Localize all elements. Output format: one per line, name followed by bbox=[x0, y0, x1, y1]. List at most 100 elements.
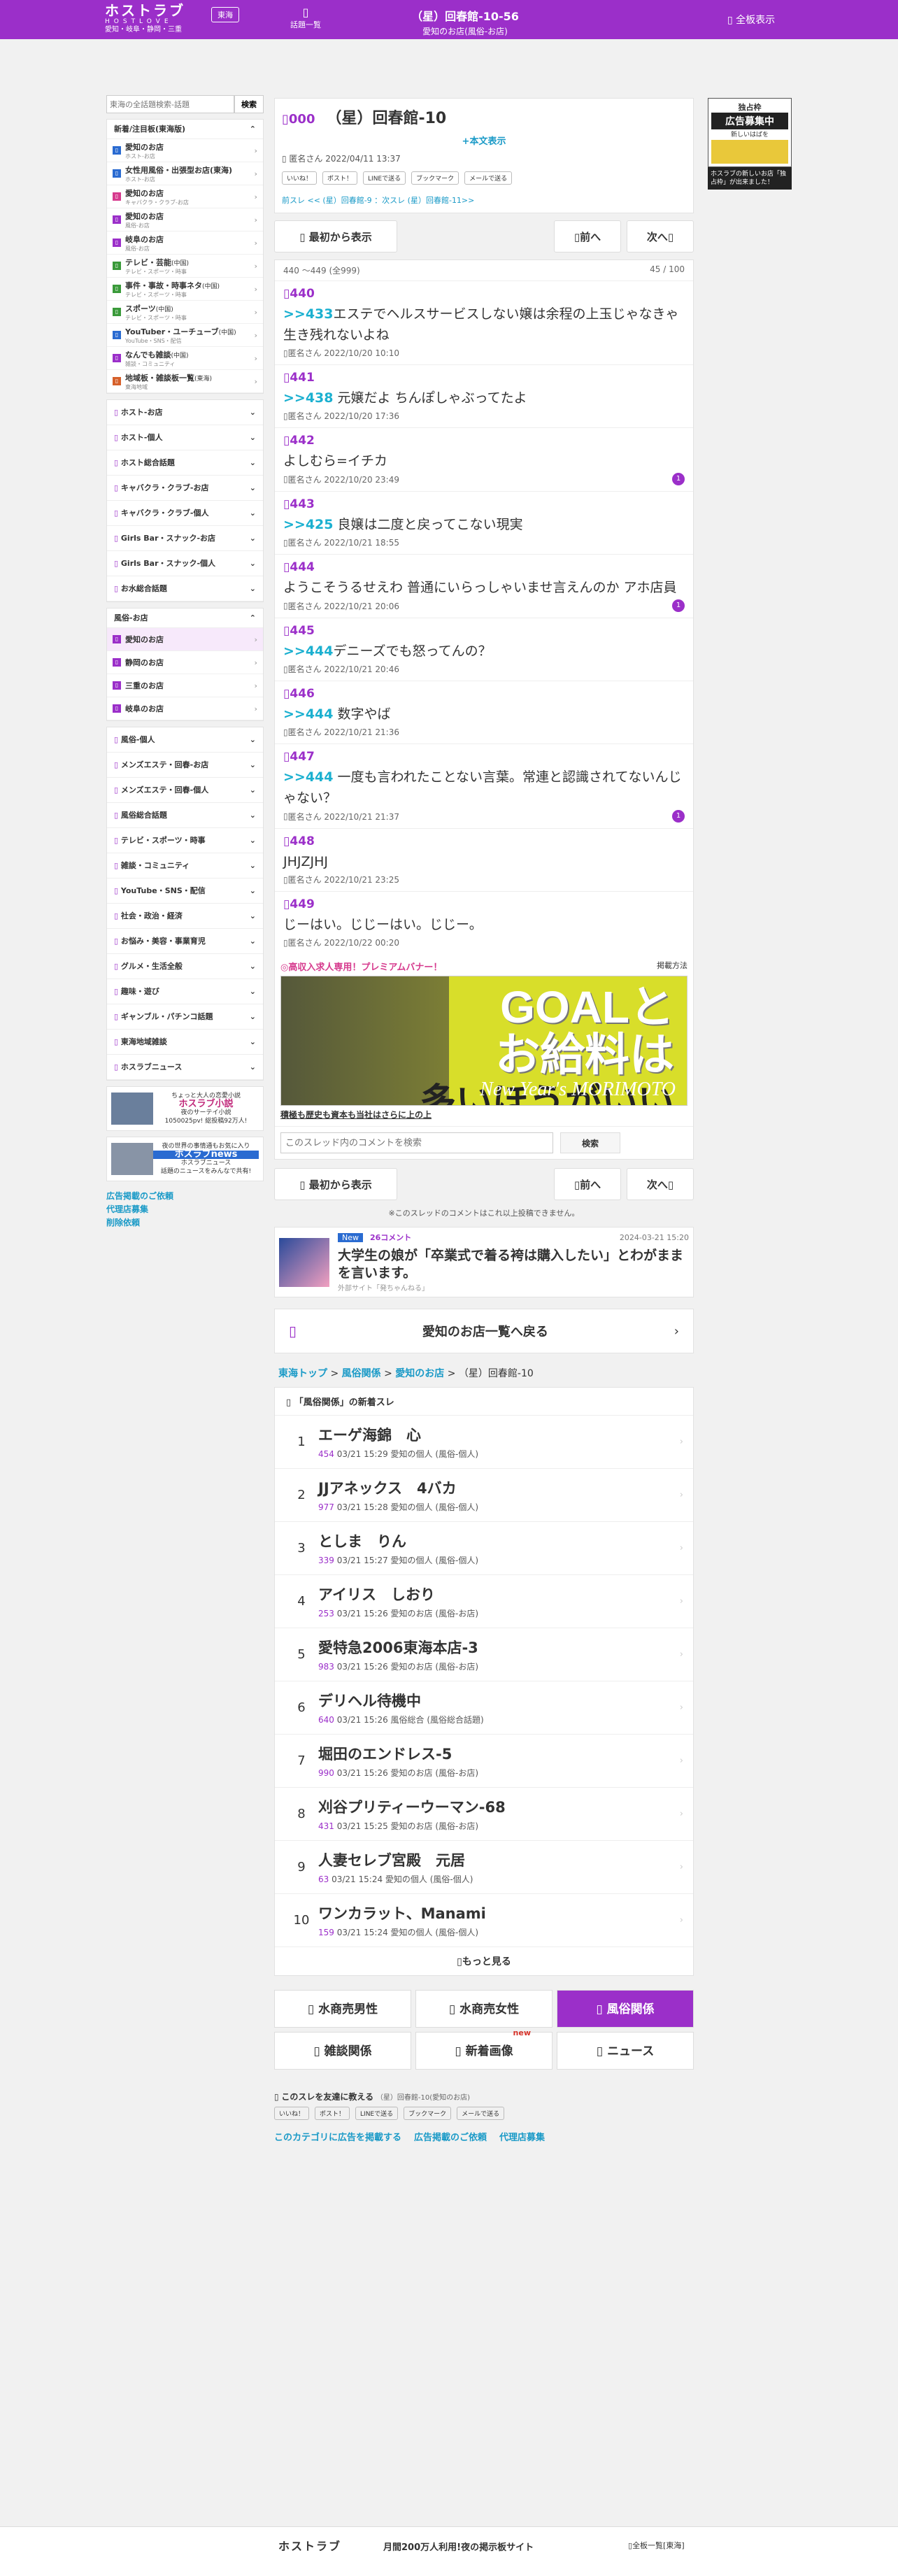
new-thread-row[interactable]: 9 人妻セレブ宮殿 元居 63 03/21 15:24 愛知の個人 (風俗-個人) › bbox=[275, 1841, 693, 1894]
sidebar-item[interactable]: ▯ 愛知のお店 キャバクラ・クラブ-お店 › bbox=[107, 185, 263, 208]
post-number[interactable]: ▯446 bbox=[283, 687, 685, 701]
prev-button[interactable]: ▯前へ bbox=[554, 220, 621, 252]
sidebar-group[interactable]: ▯ ギャンブル・パチンコ話題 ⌄ bbox=[107, 1004, 263, 1030]
category-tab[interactable]: ▯ 水商売女性 bbox=[415, 1990, 553, 2028]
sidebar-group[interactable]: ▯ メンズエステ・回春-個人 ⌄ bbox=[107, 778, 263, 803]
sidebar-group[interactable]: ▯ テレビ・スポーツ・時事 ⌄ bbox=[107, 828, 263, 853]
fuzoku-item[interactable]: ▯ 岐阜のお店 › bbox=[107, 697, 263, 720]
search-input[interactable] bbox=[106, 95, 234, 113]
sidebar-item[interactable]: ▯ 事件・事故・時事ネタ(中国) テレビ・スポーツ・時事 › bbox=[107, 278, 263, 301]
first-button[interactable]: ▯ 最初から表示 bbox=[274, 1168, 397, 1200]
share-button[interactable]: ポスト！ bbox=[315, 2107, 350, 2120]
sidebar-item[interactable]: ▯ なんでも雑談(中国) 雑談・コミュニティ › bbox=[107, 347, 263, 370]
post-number[interactable]: ▯448 bbox=[283, 834, 685, 848]
sidebar-item[interactable]: ▯ 女性用風俗・出張型お店(東海) ホスト-お店 › bbox=[107, 162, 263, 185]
fuzoku-item[interactable]: ▯ 愛知のお店 › bbox=[107, 628, 263, 651]
anchor-link[interactable]: >>433 bbox=[283, 306, 334, 322]
first-button[interactable]: ▯ 最初から表示 bbox=[274, 220, 397, 252]
premium-banner[interactable]: ◎高収入求人専用！プレミアムバナー！ 掲載方法 GOALと お給料は 多いほうが… bbox=[280, 960, 687, 1120]
sidebar-item[interactable]: ▯ 岐阜のお店 風俗-お店 › bbox=[107, 232, 263, 255]
post-number[interactable]: ▯449 bbox=[283, 897, 685, 911]
next-button[interactable]: 次へ▯ bbox=[627, 1168, 694, 1200]
share-button[interactable]: いいね！ bbox=[274, 2107, 310, 2120]
news-item[interactable]: New 26コメント 2024-03-21 15:20 大学生の娘が「卒業式で着… bbox=[274, 1227, 694, 1297]
new-thread-row[interactable]: 2 JJアネックス 4バカ 977 03/21 15:28 愛知の個人 (風俗-個人… bbox=[275, 1469, 693, 1522]
bottom-link[interactable]: 代理店募集 bbox=[499, 2130, 545, 2143]
bottom-link[interactable]: 広告掲載のご依頼 bbox=[414, 2130, 487, 2143]
breadcrumb-item[interactable]: 東海トップ bbox=[278, 1368, 327, 1379]
new-thread-row[interactable]: 10 ワンカラット、Manami 159 03/21 15:24 愛知の個人 (風俗… bbox=[275, 1894, 693, 1947]
prev-button[interactable]: ▯前へ bbox=[554, 1168, 621, 1200]
sidebar-group[interactable]: ▯ お悩み・美容・事業育児 ⌄ bbox=[107, 929, 263, 954]
more-button[interactable]: ▯もっと見る bbox=[275, 1947, 693, 1975]
share-button[interactable]: LINEで送る bbox=[355, 2107, 399, 2120]
full-display-button[interactable]: ▯ 全板表示 bbox=[727, 13, 775, 27]
new-thread-row[interactable]: 7 堀田のエンドレス-5 990 03/21 15:26 愛知のお店 (風俗-お店)… bbox=[275, 1735, 693, 1788]
fuzoku-item[interactable]: ▯ 三重のお店 › bbox=[107, 674, 263, 697]
sidebar-item[interactable]: ▯ YouTuber・ユーチューブ(中国) YouTube・SNS・配信 › bbox=[107, 324, 263, 347]
category-tab[interactable]: ▯ 風俗関係 bbox=[557, 1990, 694, 2028]
post-number[interactable]: ▯443 bbox=[283, 497, 685, 511]
post-number[interactable]: ▯444 bbox=[283, 560, 685, 574]
thread-nav-links[interactable]: 前スレ << (星）回春館-9 ：次スレ (星）回春館-11>> bbox=[282, 194, 686, 206]
sidebar-group[interactable]: ▯ ホスト-個人 ⌄ bbox=[107, 425, 263, 450]
sidebar-group[interactable]: ▯ グルメ・生活全般 ⌄ bbox=[107, 954, 263, 979]
sidebar-group[interactable]: ▯ ホスト-お店 ⌄ bbox=[107, 400, 263, 425]
sidebar-link[interactable]: 広告掲載のご依頼 bbox=[106, 1190, 264, 1203]
share-button[interactable]: ブックマーク bbox=[411, 171, 459, 185]
sidebar-group[interactable]: ▯ Girls Bar・スナック-お店 ⌄ bbox=[107, 526, 263, 551]
share-button[interactable]: メールで送る bbox=[457, 2107, 505, 2120]
sidebar-group[interactable]: ▯ Girls Bar・スナック-個人 ⌄ bbox=[107, 551, 263, 576]
back-to-list[interactable]: ▯ 愛知のお店一覧へ戻る › bbox=[274, 1309, 694, 1353]
share-button[interactable]: ブックマーク bbox=[404, 2107, 452, 2120]
right-ad[interactable]: 独占枠 広告募集中 新しいはばを ホスラブの新しいお店「独占枠」が出来ました！ bbox=[708, 98, 792, 190]
category-tab[interactable]: ▯ ニュース bbox=[557, 2032, 694, 2070]
new-thread-row[interactable]: 3 としま りん 339 03/21 15:27 愛知の個人 (風俗-個人) › bbox=[275, 1522, 693, 1575]
new-thread-row[interactable]: 8 刈谷プリティーウーマン-68 431 03/21 15:25 愛知のお店 (風俗… bbox=[275, 1788, 693, 1841]
post-number[interactable]: ▯447 bbox=[283, 750, 685, 764]
sidebar-item[interactable]: ▯ スポーツ(中国) テレビ・スポーツ・時事 › bbox=[107, 301, 263, 324]
logo[interactable]: ホストラブ HOSTLOVE 愛知・岐阜・静岡・三重 bbox=[105, 4, 203, 35]
comment-search-input[interactable] bbox=[280, 1132, 553, 1153]
novel-ad[interactable]: ちょっと大人の恋愛小説 ホスラブ小説 夜のサーテイ小説 1050025pv! 総… bbox=[106, 1086, 264, 1131]
sidebar-link[interactable]: 代理店募集 bbox=[106, 1203, 264, 1216]
sidebar-link[interactable]: 削除依頼 bbox=[106, 1216, 264, 1230]
sidebar-group[interactable]: ▯ ホスラブニュース ⌄ bbox=[107, 1055, 263, 1080]
reply-count-badge[interactable]: 1 bbox=[672, 599, 685, 612]
sidebar-item[interactable]: ▯ 地域板・雑談板一覧(東海) 東海地域 › bbox=[107, 370, 263, 393]
new-thread-row[interactable]: 5 愛特急2006東海本店-3 983 03/21 15:26 愛知のお店 (風俗-… bbox=[275, 1628, 693, 1681]
new-thread-row[interactable]: 1 エーゲ海錦 心 454 03/21 15:29 愛知の個人 (風俗-個人) › bbox=[275, 1416, 693, 1469]
anchor-link[interactable]: >>438 bbox=[283, 390, 334, 406]
share-button[interactable]: LINEで送る bbox=[363, 171, 406, 185]
reply-count-badge[interactable]: 1 bbox=[672, 473, 685, 485]
banner-image[interactable]: GOALと お給料は 多いほうがいい New Year's MORIMOTO bbox=[280, 976, 687, 1106]
reply-count-badge[interactable]: 1 bbox=[672, 810, 685, 823]
sidebar-group[interactable]: ▯ 風俗-個人 ⌄ bbox=[107, 727, 263, 753]
category-tab[interactable]: ▯ 新着画像 new bbox=[415, 2028, 553, 2070]
breadcrumb-item[interactable]: 愛知のお店 bbox=[395, 1368, 444, 1379]
footer-board-link[interactable]: ▯全板一覧[東海] bbox=[628, 2540, 685, 2551]
new-thread-row[interactable]: 6 デリヘル待機中 640 03/21 15:26 風俗総合 (風俗総合話題) › bbox=[275, 1681, 693, 1735]
sidebar-item[interactable]: ▯ テレビ・芸能(中国) テレビ・スポーツ・時事 › bbox=[107, 255, 263, 278]
new-boards-header[interactable]: 新着/注目板(東海版) ⌃ bbox=[107, 120, 263, 139]
bottom-link[interactable]: このカテゴリに広告を掲載する bbox=[274, 2130, 401, 2143]
post-number[interactable]: ▯441 bbox=[283, 371, 685, 385]
banner-method-link[interactable]: 掲載方法 bbox=[657, 960, 687, 973]
fuzoku-item[interactable]: ▯ 静岡のお店 › bbox=[107, 651, 263, 674]
footer-logo[interactable]: ホストラブ bbox=[278, 2537, 341, 2554]
category-tab[interactable]: ▯ 水商売男性 bbox=[274, 1990, 411, 2028]
news-ad[interactable]: 夜の世界の事情通もお気に入り ホスラブnews ホスラブニュース 話題のニュース… bbox=[106, 1137, 264, 1181]
anchor-link[interactable]: >>444 bbox=[283, 769, 334, 785]
sidebar-group[interactable]: ▯ 社会・政治・経済 ⌄ bbox=[107, 904, 263, 929]
share-button[interactable]: メールで送る bbox=[464, 171, 513, 185]
sidebar-group[interactable]: ▯ YouTube・SNS・配信 ⌄ bbox=[107, 878, 263, 904]
sidebar-group[interactable]: ▯ キャバクラ・クラブ-お店 ⌄ bbox=[107, 476, 263, 501]
sidebar-group[interactable]: ▯ 風俗総合話題 ⌄ bbox=[107, 803, 263, 828]
breadcrumb-item[interactable]: 風俗関係 bbox=[342, 1368, 381, 1379]
banner-caption[interactable]: 積極も歴史も資本も当社はさらに上の上 bbox=[280, 1109, 687, 1120]
sidebar-item[interactable]: ▯ 愛知のお店 ホスト-お店 › bbox=[107, 139, 263, 162]
search-button[interactable]: 検索 bbox=[234, 95, 264, 113]
show-body-link[interactable]: +本文表示 bbox=[462, 136, 506, 147]
post-number[interactable]: ▯440 bbox=[283, 287, 685, 301]
post-number[interactable]: ▯445 bbox=[283, 624, 685, 638]
